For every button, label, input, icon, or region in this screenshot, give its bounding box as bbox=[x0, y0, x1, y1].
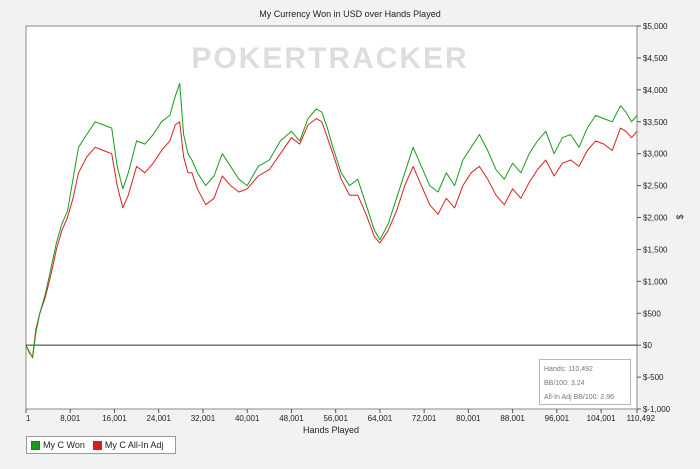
svg-text:POKERTRACKER: POKERTRACKER bbox=[191, 42, 468, 75]
legend-item-won: My C Won bbox=[31, 440, 85, 450]
x-tick-label: 80,001 bbox=[456, 414, 481, 423]
y-tick-label: $0 bbox=[643, 341, 652, 350]
plot-area bbox=[25, 25, 638, 410]
chart-title: My Currency Won in USD over Hands Played bbox=[259, 9, 440, 19]
x-tick-label: 24,001 bbox=[146, 414, 171, 423]
x-tick-label: 64,001 bbox=[368, 414, 393, 423]
y-tick-label: $-500 bbox=[643, 373, 664, 382]
legend: My C Won My C All-In Adj bbox=[26, 436, 176, 454]
x-tick-label: 40,001 bbox=[235, 414, 260, 423]
stats-allin-bb100: All-In Adj BB/100: 2.96 bbox=[544, 394, 615, 401]
y-tick-label: $2,500 bbox=[643, 182, 668, 191]
y-tick-label: $3,500 bbox=[643, 118, 668, 127]
y-tick-label: $2,000 bbox=[643, 214, 668, 223]
legend-swatch-red bbox=[92, 440, 102, 450]
y-tick-label: $4,000 bbox=[643, 86, 668, 95]
x-tick-label: 72,001 bbox=[412, 414, 437, 423]
x-tick-label: 32,001 bbox=[191, 414, 216, 423]
legend-swatch-green bbox=[31, 440, 40, 450]
y-tick-label: $3,000 bbox=[643, 150, 668, 159]
stats-hands: Hands: 110,492 bbox=[544, 366, 593, 373]
x-tick-label: 110,492 bbox=[627, 414, 656, 423]
x-tick-label: 16,001 bbox=[102, 414, 127, 423]
poker-tracker-watermark: POKERTRACKER bbox=[191, 42, 468, 75]
x-tick-label: 48,001 bbox=[279, 414, 304, 423]
legend-label-won: My C Won bbox=[43, 440, 85, 450]
y-tick-label: $500 bbox=[643, 309, 661, 318]
y-axis-label: $ bbox=[675, 214, 685, 219]
legend-item-allin: My C All-In Adj bbox=[92, 440, 164, 450]
x-tick-label: 8,001 bbox=[60, 414, 81, 423]
x-tick-label: 96,001 bbox=[545, 414, 570, 423]
legend-label-allin: My C All-In Adj bbox=[104, 440, 164, 450]
x-axis-label: Hands Played bbox=[303, 425, 359, 435]
x-tick-label: 56,001 bbox=[323, 414, 348, 423]
stats-bb100: BB/100: 3.24 bbox=[544, 380, 585, 387]
y-tick-label: $4,500 bbox=[643, 54, 668, 63]
y-tick-label: $1,000 bbox=[643, 277, 668, 286]
chart-root: POKERTRACKER My Currency Won in USD over… bbox=[0, 0, 700, 469]
y-tick-label: $-1,000 bbox=[643, 405, 671, 414]
y-tick-label: $1,500 bbox=[643, 245, 668, 254]
x-tick-label: 88,001 bbox=[500, 414, 525, 423]
x-tick-label: 1 bbox=[26, 414, 31, 423]
x-tick-label: 104,001 bbox=[587, 414, 616, 423]
stats-box: Hands: 110,492 BB/100: 3.24 All-In Adj B… bbox=[539, 359, 631, 405]
y-tick-label: $5,000 bbox=[643, 22, 668, 31]
